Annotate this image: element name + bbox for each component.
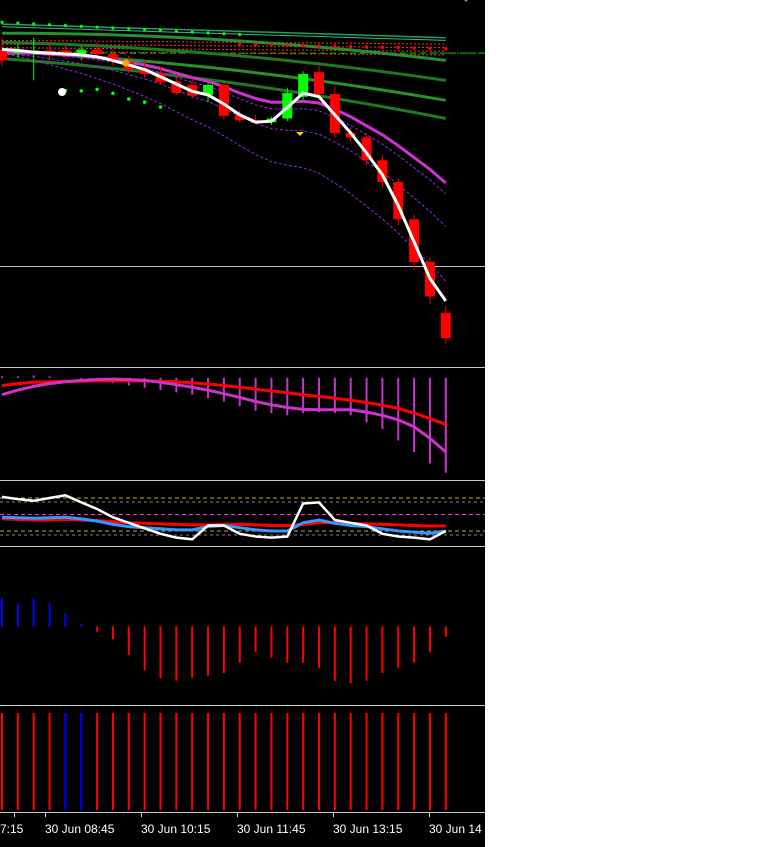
signal-dot [63,23,67,28]
stochastic-chart[interactable] [0,483,485,546]
signal-dot [32,22,36,26]
pane-separator[interactable] [0,705,485,706]
momentum-histogram-chart[interactable] [0,549,485,704]
signal-dot [301,43,305,48]
bear-candle [440,312,451,339]
signal-dot [444,46,448,51]
signal-marker-icon [122,59,130,67]
signal-dot [111,26,115,30]
signal-dot [79,89,84,93]
signal-dot [253,42,258,47]
time-tick [333,813,334,817]
signal-dot [238,32,242,37]
signal-dot [158,105,163,109]
time-label: 30 Jun 11:45 [237,822,306,836]
signal-dot [396,45,401,50]
time-axis[interactable]: 7:15 30 Jun 08:45 30 Jun 10:15 30 Jun 11… [0,813,485,847]
time-tick [141,813,142,817]
bear-candle [92,49,103,55]
bear-candle [314,72,324,94]
arrow-up-icon [296,132,304,136]
time-tick [237,813,238,817]
purple-ma-fan [1,52,447,227]
time-tick [429,813,430,817]
chart-window[interactable]: 7:15 30 Jun 08:45 30 Jun 10:15 30 Jun 11… [0,0,485,847]
trend-bars-pane[interactable] [0,708,485,812]
signal-dot [158,28,163,33]
signal-dot [412,46,416,50]
signal-dot [95,25,99,29]
trend-bars-chart[interactable] [0,708,485,812]
signal-dot [333,44,337,49]
signal-dot [190,30,194,34]
signal-dot [428,46,432,51]
macd-chart[interactable] [0,370,485,479]
signal-dot [317,44,321,48]
signal-dot [269,42,274,47]
signal-dot [16,21,20,25]
signal-dot [111,91,115,96]
signal-dot [79,24,83,28]
signal-dot [237,42,242,46]
price-pane[interactable] [0,0,485,367]
signal-dot [142,100,147,104]
signal-dot [143,28,147,32]
envelope-top-line [1,23,446,39]
signal-dot [174,29,178,33]
time-label: 30 Jun 08:45 [45,822,115,836]
signal-dot [222,32,226,36]
signal-dot [364,45,369,49]
momentum-histogram-pane[interactable] [0,549,485,704]
signal-marker-icon [58,88,66,96]
empty-area [485,0,766,847]
time-label: 7:15 [0,822,24,836]
macd-pane[interactable] [0,370,485,479]
pane-separator[interactable] [0,546,485,547]
pane-separator[interactable] [0,480,485,481]
pane-separator[interactable] [0,367,485,368]
time-label: 30 Jun 10:15 [141,822,211,836]
chart-shift-icon[interactable] [461,0,471,6]
signal-dot [47,23,52,27]
time-tick [45,813,46,817]
stochastic-pane[interactable] [0,483,485,546]
signal-dot [127,27,131,31]
signal-dot [348,44,353,49]
time-label: 30 Jun 14 [429,822,482,836]
signal-dot [285,43,290,47]
time-tick [14,813,15,817]
signal-dot [380,45,385,50]
price-chart[interactable] [0,0,485,367]
signal-dot [95,87,99,92]
signal-dot [127,97,131,101]
signal-dot [0,20,4,24]
signal-dot [206,31,210,35]
time-label: 30 Jun 13:15 [333,822,403,836]
